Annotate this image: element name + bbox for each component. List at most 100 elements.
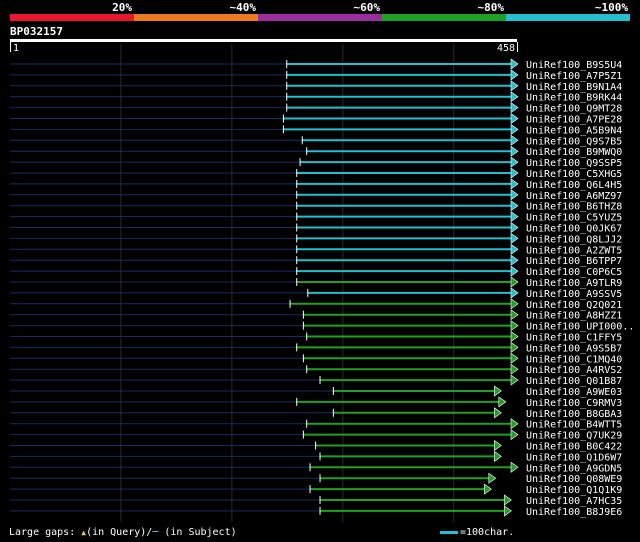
scale-label: ~80% [478,1,505,14]
hit-label: UniRef100_UPI000.. [526,322,634,333]
hit-arrow [510,352,519,364]
hit-label: UniRef100_C5XHG5 [526,169,622,180]
gap-legend-prefix: Large gaps: [9,527,82,538]
hit-label: UniRef100_B8GBA3 [526,409,622,420]
hit-label: UniRef100_C1MQ40 [526,354,622,365]
hit-arrow [510,287,519,299]
hit-label: UniRef100_B8J9E6 [526,507,622,518]
hit-label: UniRef100_A9GDN5 [526,463,622,474]
hit-label: UniRef100_C9RMV3 [526,398,622,409]
hit-label: UniRef100_A7HC35 [526,496,622,507]
hit-arrow [510,330,519,343]
query-bar [10,39,517,42]
scale-segment [10,14,134,21]
hit-label: UniRef100_B4WTT5 [526,420,622,431]
hit-arrow [510,134,519,146]
hit-arrow [510,80,519,92]
ruler-start-label: 1 [13,43,19,54]
hit-arrow [510,167,519,179]
hit-arrow [510,102,519,114]
hit-arrow [510,156,519,168]
hit-label: UniRef100_Q1Q1K9 [526,485,622,496]
hit-arrow [510,265,519,277]
hit-label: UniRef100_A7PE28 [526,115,622,126]
hit-arrow [510,320,519,332]
hit-label: UniRef100_Q9SSP5 [526,158,622,169]
hit-label: UniRef100_B9MWQ0 [526,147,622,158]
hit-label: UniRef100_A9WE03 [526,387,622,398]
hit-label: UniRef100_A8HZZ1 [526,311,622,322]
subject-gap-text: (in Subject) [158,527,237,538]
scale-segment [382,14,506,21]
hit-arrow [510,243,519,255]
gap-legend: Large gaps: ▲(in Query)/─ (in Subject) [9,527,237,538]
hit-arrow [510,178,519,190]
hit-arrow [510,91,519,103]
hit-arrow [510,461,519,473]
hit-arrow [510,363,519,375]
hit-arrow [510,429,519,441]
scale-segment [258,14,382,21]
alignment-overview: 20% ~40% ~60% ~80% ~100% BP032157 1 458 UniRef10… [10,1,634,522]
hit-arrow [510,276,519,288]
hit-label: UniRef100_C0P6C5 [526,267,622,278]
hit-label: UniRef100_C5YUZ5 [526,213,622,224]
hit-label: UniRef100_A9SSV5 [526,289,622,300]
hit-label: UniRef100_Q7UK29 [526,431,622,442]
hit-arrow [504,494,512,506]
hit-arrow [498,396,507,408]
hit-label: UniRef100_B6THZ8 [526,202,622,213]
hit-label: UniRef100_C1FFY5 [526,333,622,344]
scale-segment [506,14,630,21]
scale-label: 20% [112,1,132,14]
hit-label: UniRef100_Q6L4H5 [526,180,622,191]
hit-arrow [510,298,519,310]
hit-label: UniRef100_Q08WE9 [526,474,622,485]
hit-label: UniRef100_A9S5B7 [526,343,622,354]
hit-arrow [510,58,519,70]
hit-label: UniRef100_A4RVS2 [526,365,622,376]
scale-key-line [440,530,458,534]
hit-label: UniRef100_B0C422 [526,442,622,453]
hit-label: UniRef100_A9TLR9 [526,278,622,289]
scale-segment [134,14,258,21]
hit-label: UniRef100_A6MZ97 [526,191,622,202]
hit-arrow [510,69,519,81]
hit-arrow [494,385,502,397]
hit-arrow [504,505,512,517]
hit-arrow [510,189,519,201]
hit-arrow [484,483,492,495]
ruler-end-label: 458 [497,43,515,54]
hit-label: UniRef100_A2ZWT5 [526,245,622,256]
hit-arrow [510,112,519,125]
hit-arrow [510,145,519,157]
hit-label: UniRef100_B6TPP7 [526,256,622,267]
hit-label: UniRef100_Q0JK67 [526,224,622,235]
query-name: BP032157 [10,25,63,38]
hit-arrow [494,450,502,462]
hit-arrow [510,341,519,353]
hit-label: UniRef100_A5B9N4 [526,125,622,136]
query-gap-text: (in Query)/ [86,527,153,538]
hit-label: UniRef100_B9RK44 [526,93,622,104]
hit-arrow [488,472,497,484]
scale-label: ~40% [230,1,257,14]
hit-label: UniRef100_Q8LJJ2 [526,234,622,245]
hit-arrow [510,200,519,212]
hit-arrow [510,418,519,430]
hit-arrow [510,374,519,386]
hit-label: UniRef100_A7P5Z1 [526,71,622,82]
hit-arrow [494,407,502,419]
scale-key-text: =100char. [460,527,515,538]
scale-label: ~100% [595,1,628,14]
hit-arrow [510,211,519,223]
hit-label: UniRef100_Q01B87 [526,376,622,387]
hit-label: UniRef100_Q1D6W7 [526,452,622,463]
scale-key: =100char. [440,527,514,538]
hit-arrow [510,221,519,234]
hit-arrow [494,439,502,452]
scale-label: ~60% [354,1,381,14]
hit-label: UniRef100_Q2Q021 [526,300,622,311]
hit-label: UniRef100_B9S5U4 [526,60,622,71]
hit-arrow [510,232,519,244]
